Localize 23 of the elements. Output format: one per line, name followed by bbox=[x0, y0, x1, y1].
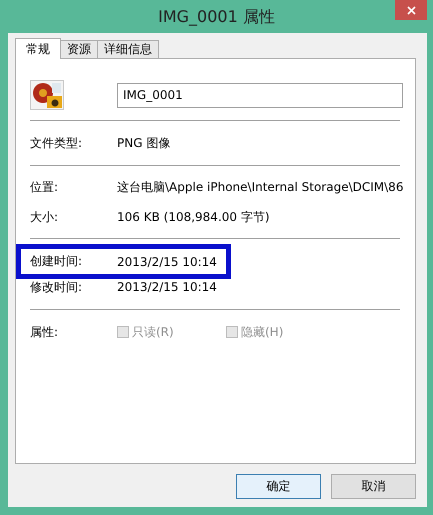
dialog-button[interactable]: 取消 bbox=[331, 474, 416, 499]
property-value: 106 KB (108,984.00 字节) bbox=[117, 208, 271, 226]
property-value: 2013/2/15 10:14 bbox=[117, 280, 218, 294]
property-value: 2013/2/15 10:14 bbox=[117, 254, 218, 268]
tab[interactable]: 常规 bbox=[15, 38, 61, 59]
property-label: 文件类型: bbox=[30, 134, 84, 152]
property-label: 属性: bbox=[30, 324, 60, 340]
property-value: PNG 图像 bbox=[117, 134, 172, 152]
close-button[interactable] bbox=[395, 0, 427, 20]
image-file-icon bbox=[30, 80, 64, 110]
property-value: 这台电脑\Apple iPhone\Internal Storage\DCIM\86 bbox=[117, 178, 404, 196]
checkbox-label: 隐藏(H) bbox=[241, 324, 284, 340]
property-label: 创建时间: bbox=[30, 253, 84, 270]
property-label: 修改时间: bbox=[30, 278, 84, 296]
tab[interactable]: 资源 bbox=[60, 40, 98, 58]
property-label: 大小: bbox=[30, 208, 60, 226]
file-name-field[interactable]: IMG_0001 bbox=[117, 82, 403, 108]
checkbox-label: 只读(R) bbox=[132, 324, 174, 340]
property-label: 位置: bbox=[30, 178, 60, 196]
window-title: IMG_0001 属性 bbox=[158, 6, 275, 28]
close-icon bbox=[406, 6, 416, 14]
dialog-button[interactable]: 确定 bbox=[236, 474, 321, 499]
tab[interactable]: 详细信息 bbox=[97, 40, 159, 58]
